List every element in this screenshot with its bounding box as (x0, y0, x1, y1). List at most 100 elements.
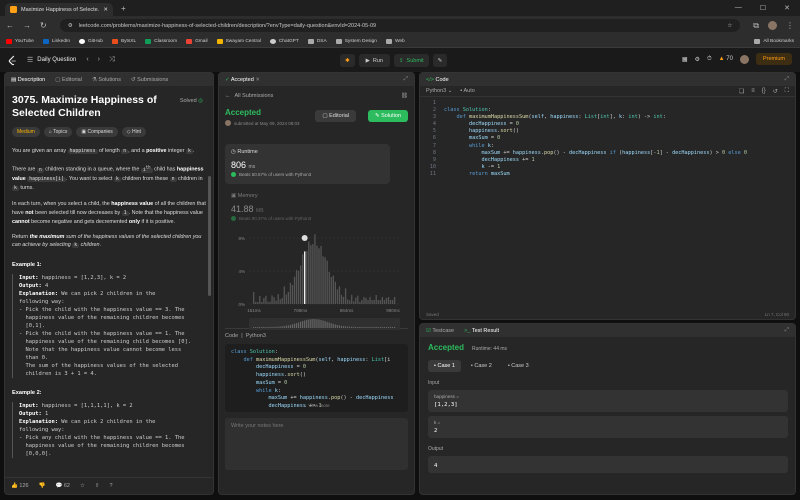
fullscreen-icon[interactable]: ⛶ (785, 88, 789, 95)
runtime-distribution-chart[interactable]: 8% 4% 0% 151ms 708ms 864ms 990ms (225, 230, 408, 330)
tab-description[interactable]: ▤ Description (11, 77, 45, 83)
extensions-icon[interactable]: ⧉ (753, 21, 759, 31)
notes-button[interactable]: ✎ (432, 54, 448, 67)
chart-overview-bar (389, 327, 392, 328)
view-more-link[interactable]: ⌄ View more (225, 402, 408, 410)
tab-editorial[interactable]: ▢ Editorial (55, 77, 82, 83)
url-bar[interactable]: ⚙ leetcode.com/problems/maximize-happine… (59, 19, 741, 32)
reload-icon[interactable]: ↻ (40, 21, 47, 30)
case-tab-1[interactable]: • Case 1 (428, 360, 461, 372)
debug-button[interactable]: ✱ (340, 54, 355, 67)
bookmark-folder-dsa[interactable]: DSA (307, 38, 327, 44)
help-button[interactable]: ? (110, 483, 113, 489)
code-editor[interactable]: 1 2 3 4 5 6 7 8 9 10 11 class Solution: … (420, 97, 795, 307)
daily-question-link[interactable]: Daily Question (37, 57, 76, 63)
bookmark-gmail[interactable]: Gmail (186, 38, 208, 44)
maximize-icon[interactable]: ☐ (760, 4, 766, 12)
description-scrollbar[interactable] (208, 176, 211, 296)
test-result-content: Accepted Runtime: 44 ms • Case 1 • Case … (420, 337, 795, 479)
memory-card[interactable]: ▣ Memory 41.88 MB Beats 90.37% of users … (225, 188, 390, 226)
all-submissions-link[interactable]: ← All Submissions ⛓ (225, 90, 408, 102)
auto-mode[interactable]: ▪ Auto (460, 88, 475, 94)
bookmark-folder-web[interactable]: Web (385, 38, 405, 44)
editorial-button[interactable]: ▢ Editorial (315, 110, 356, 122)
close-tab-icon[interactable]: ✕ (103, 7, 108, 13)
problem-list-icon[interactable]: ☰ (27, 56, 33, 64)
tab-testcase[interactable]: ☑ Testcase (426, 328, 454, 334)
bookmark-github[interactable]: GitHub (79, 38, 103, 44)
favorite-button[interactable]: ☆ (80, 483, 85, 489)
chart-overview-bar (387, 327, 390, 328)
premium-button[interactable]: Premium (755, 53, 792, 65)
minimize-icon[interactable]: — (735, 4, 742, 12)
comments-button[interactable]: 💬 62 (55, 483, 70, 489)
all-bookmarks[interactable]: All Bookmarks (754, 38, 794, 44)
problem-tags: Medium ⌂ Topics ▣ Companies ◇ Hint (12, 127, 206, 137)
submit-button[interactable]: ⇪ Submit (393, 54, 429, 67)
next-question-icon[interactable]: › (98, 56, 100, 64)
format-icon[interactable]: ≡ (751, 88, 755, 95)
browser-tab[interactable]: Maximize Happiness of Selecte... ✕ (5, 3, 113, 16)
bookmark-icon[interactable]: ❏ (739, 88, 744, 95)
hint-tag[interactable]: ◇ Hint (121, 127, 146, 137)
browser-menu-icon[interactable]: ⋮ (786, 21, 794, 30)
problem-statement: You are given an array happiness of leng… (12, 147, 206, 459)
back-icon[interactable]: ← (6, 21, 14, 30)
bookmark-folder-system-design[interactable]: System Design (335, 38, 377, 44)
maximize-panel-icon[interactable]: ⤢ (785, 76, 789, 83)
editor-source[interactable]: class Solution: def maximumHappinessSum(… (444, 100, 747, 178)
forward-icon[interactable]: → (23, 21, 31, 30)
companies-tag[interactable]: ▣ Companies (76, 127, 118, 137)
prev-question-icon[interactable]: ‹ (86, 56, 88, 64)
tab-code[interactable]: </> Code (426, 77, 449, 83)
tab-solutions[interactable]: ⚗ Solutions (92, 77, 121, 83)
solution-button[interactable]: ✎ Solution (367, 110, 408, 122)
bookmark-classroom[interactable]: Classroom (145, 38, 177, 44)
test-runtime: Runtime: 44 ms (472, 346, 508, 352)
tab-submissions[interactable]: ↺ Submissions (131, 77, 168, 83)
difficulty-tag[interactable]: Medium (12, 127, 40, 137)
chart-overview-bar (340, 325, 343, 328)
maximize-panel-icon[interactable]: ⤢ (404, 76, 408, 83)
dislike-button[interactable]: 👎 (39, 483, 46, 489)
site-info-icon[interactable]: ⚙ (68, 23, 73, 29)
shuffle-icon[interactable]: ⤨ (109, 56, 115, 64)
share-link-icon[interactable]: ⛓ (401, 93, 408, 99)
maximize-panel-icon[interactable]: ⤢ (785, 327, 789, 334)
user-avatar[interactable] (739, 54, 749, 64)
settings-icon[interactable]: ⚙ (695, 56, 700, 63)
bookmark-swayam[interactable]: Swayam Central (216, 38, 261, 44)
braces-icon[interactable]: {} (762, 88, 766, 95)
bookmark-chatgpt[interactable]: ChatGPT (269, 38, 299, 44)
bookmark-star-icon[interactable]: ☆ (727, 23, 732, 29)
check-icon: ✓ (225, 76, 230, 83)
notes-textarea[interactable]: Write your notes here (225, 418, 408, 470)
tab-accepted[interactable]: ✓ Accepted ✕ (225, 77, 260, 83)
chart-overview-bar (383, 326, 385, 328)
run-button[interactable]: ▶ Run (358, 54, 390, 67)
bookmark-linkedin[interactable]: LinkedIn (42, 38, 70, 44)
leetcode-logo-icon[interactable] (8, 55, 17, 66)
share-button[interactable]: ⇧ (95, 483, 100, 489)
new-tab-icon[interactable]: + (121, 4, 126, 13)
layout-icon[interactable]: ▦ (682, 56, 688, 63)
close-window-icon[interactable]: ✕ (784, 4, 790, 12)
profile-avatar[interactable] (768, 21, 777, 30)
reset-icon[interactable]: ↺ (773, 88, 778, 95)
case-tab-2[interactable]: • Case 2 (465, 360, 498, 372)
bookmark-youtube[interactable]: YouTube (6, 38, 34, 44)
like-button[interactable]: 👍 126 (11, 483, 29, 489)
code-tab-bar: </> Code ⤢ (420, 73, 795, 86)
chart-x-tick: 151ms (247, 308, 261, 313)
runtime-card[interactable]: ◷ Runtime 806 ms Beats 50.57% of users w… (225, 144, 390, 184)
streak-counter[interactable]: ▲ 70 (719, 56, 733, 62)
case-tab-3[interactable]: • Case 3 (502, 360, 535, 372)
bookmark-bytsxl[interactable]: BytsXL (111, 38, 136, 44)
close-tab-icon[interactable]: ✕ (255, 77, 260, 83)
submitted-code-section: Code | Python3 class Solution: def maxim… (225, 328, 408, 412)
tab-test-result[interactable]: >_ Test Result (464, 328, 499, 334)
input-happiness: happiness = [1,2,3] (428, 390, 788, 412)
language-select[interactable]: Python3 ⌄ (426, 88, 452, 94)
topics-tag[interactable]: ⌂ Topics (43, 127, 73, 137)
timer-icon[interactable]: ⏱ (707, 56, 712, 63)
